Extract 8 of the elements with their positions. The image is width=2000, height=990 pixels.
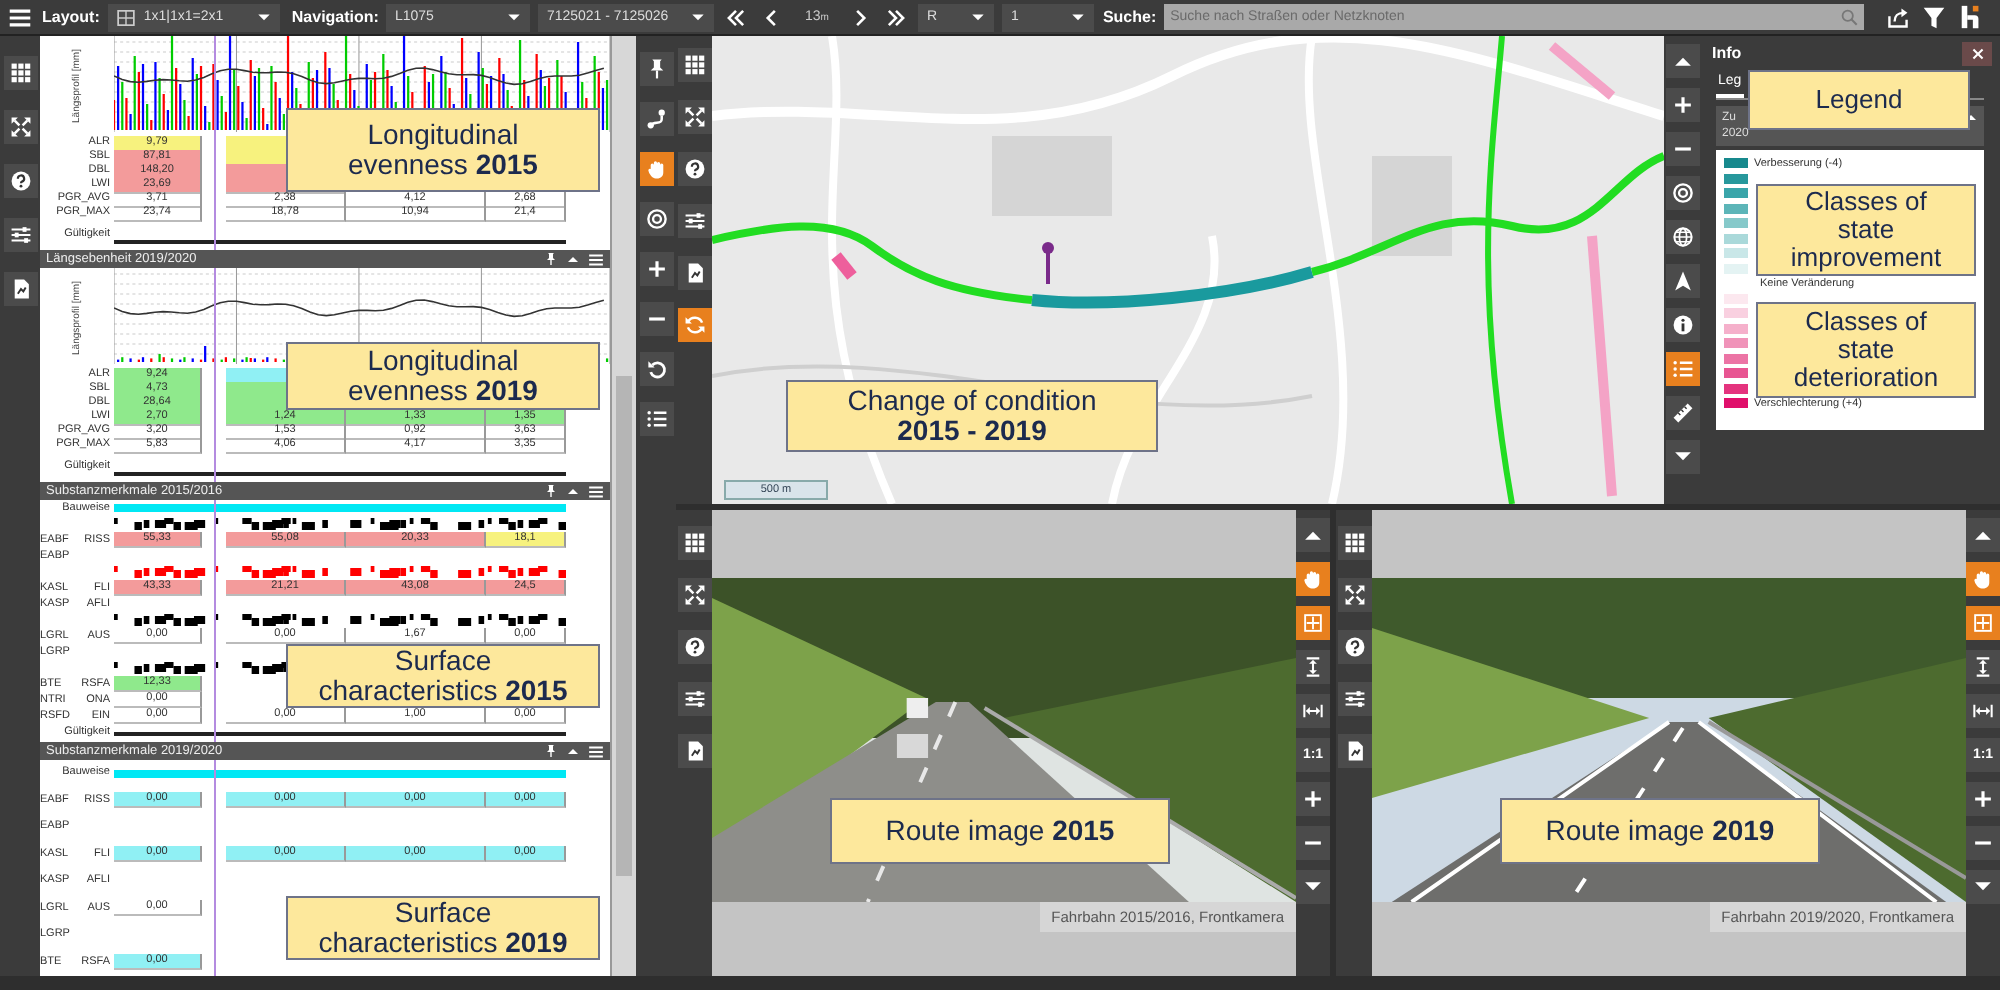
search-label: Suche: — [1102, 8, 1157, 26]
navigation-label: Navigation: — [291, 8, 379, 26]
annotation-tooltip: Surface characteristics 2015 — [286, 644, 600, 708]
annotation-tooltip: Surface characteristics 2019 — [286, 895, 600, 960]
annotation-tooltip: Longitudinal evenness 2019 — [286, 342, 600, 410]
layout-label: Layout: — [42, 8, 100, 26]
panel-title: Info — [1712, 44, 1742, 62]
annotation-tooltip: Longitudinal evenness 2015 — [286, 108, 600, 192]
